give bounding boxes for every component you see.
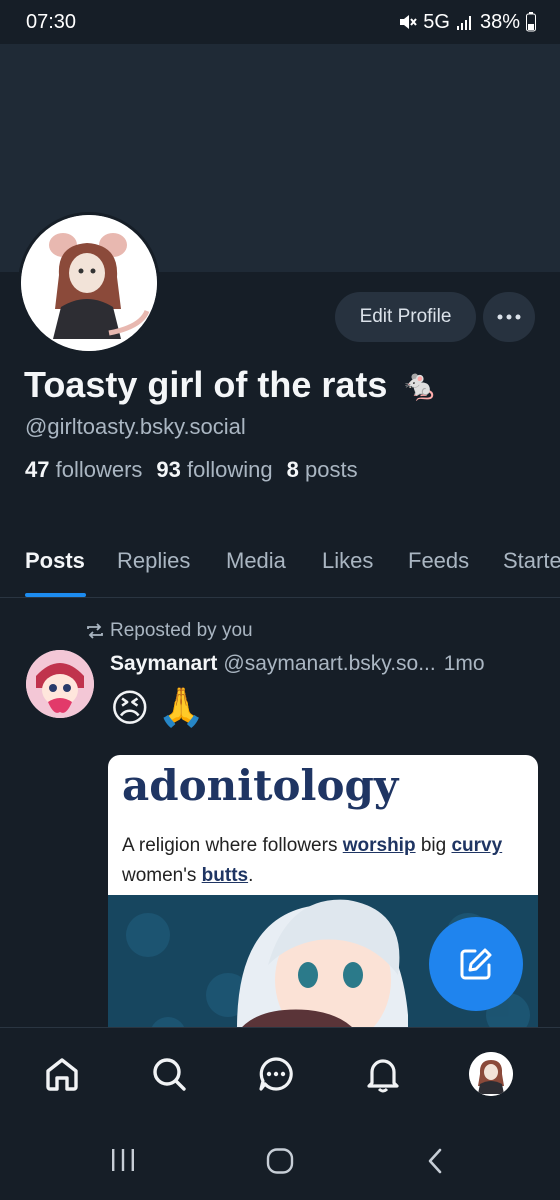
nav-notifications[interactable]	[361, 1052, 405, 1096]
profile-display-name: Toasty girl of the rats 🐁	[24, 364, 439, 406]
system-home-button[interactable]	[266, 1148, 294, 1179]
profile-handle: @girltoasty.bsky.social	[25, 414, 246, 439]
tab-media[interactable]: Media	[226, 548, 286, 574]
profile-tabs: Posts Replies Media Likes Feeds Starter	[0, 530, 560, 598]
nav-search[interactable]	[147, 1052, 191, 1096]
image-word-title: adonitology	[122, 761, 399, 810]
status-bar: 07:30 5G 38%	[0, 0, 560, 44]
system-navigation	[0, 1120, 560, 1200]
posts-stat: 8 posts	[286, 457, 358, 482]
back-icon	[428, 1148, 442, 1174]
nav-home[interactable]	[40, 1052, 84, 1096]
rat-emoji: 🐁	[401, 368, 439, 402]
status-icons: 5G 38%	[397, 11, 536, 34]
ellipsis-icon	[497, 314, 521, 320]
tab-likes[interactable]: Likes	[322, 548, 373, 574]
post-author-name[interactable]: Saymanart	[110, 652, 217, 675]
followers-stat[interactable]: 47 followers	[25, 457, 142, 483]
battery-label: 38%	[479, 10, 520, 33]
post-author-avatar[interactable]	[26, 650, 94, 718]
tab-starter[interactable]: Starter	[503, 548, 560, 574]
image-word-definition: A religion where followers worship big c…	[122, 835, 503, 886]
folded-hands-emoji: 🙏	[157, 687, 205, 729]
battery-icon	[526, 12, 536, 32]
search-icon	[153, 1058, 186, 1091]
post-author-handle[interactable]: @saymanart.bsky.so...	[223, 652, 435, 675]
repost-indicator: Reposted by you	[86, 620, 253, 642]
network-label: 5G	[423, 10, 450, 33]
signal-icon	[456, 16, 471, 30]
repost-icon	[87, 623, 103, 639]
more-options-button[interactable]	[483, 292, 535, 342]
compose-button[interactable]	[429, 917, 523, 1011]
edit-profile-button[interactable]: Edit Profile	[335, 292, 476, 342]
post-header: Saymanart @saymanart.bsky.so... 1mo	[110, 652, 540, 676]
nav-profile-avatar[interactable]	[469, 1052, 513, 1096]
recents-icon	[112, 1149, 134, 1171]
persevering-face-emoji: 😣	[110, 688, 150, 730]
back-button[interactable]	[426, 1148, 444, 1179]
tab-feeds[interactable]: Feeds	[408, 548, 469, 574]
mute-icon	[400, 15, 418, 29]
active-tab-indicator	[25, 593, 86, 597]
status-time: 07:30	[26, 10, 77, 33]
chat-icon	[259, 1057, 293, 1091]
home-circle-icon	[266, 1148, 294, 1174]
nav-chat[interactable]	[254, 1052, 298, 1096]
tab-posts[interactable]: Posts	[25, 548, 85, 574]
recents-button[interactable]	[110, 1148, 136, 1177]
post-text: 😣 🙏	[110, 686, 205, 731]
post-time[interactable]: 1mo	[444, 652, 485, 675]
following-stat[interactable]: 93 following	[156, 457, 272, 483]
tab-replies[interactable]: Replies	[117, 548, 190, 574]
bottom-navigation	[0, 1027, 560, 1120]
home-icon	[46, 1058, 78, 1091]
repost-label: Reposted by you	[110, 620, 253, 641]
display-name-text: Toasty girl of the rats	[24, 364, 388, 405]
compose-icon	[460, 948, 492, 980]
bell-icon	[367, 1059, 399, 1093]
profile-stats: 47 followers 93 following 8 posts	[25, 457, 358, 483]
profile-avatar[interactable]	[18, 212, 160, 354]
